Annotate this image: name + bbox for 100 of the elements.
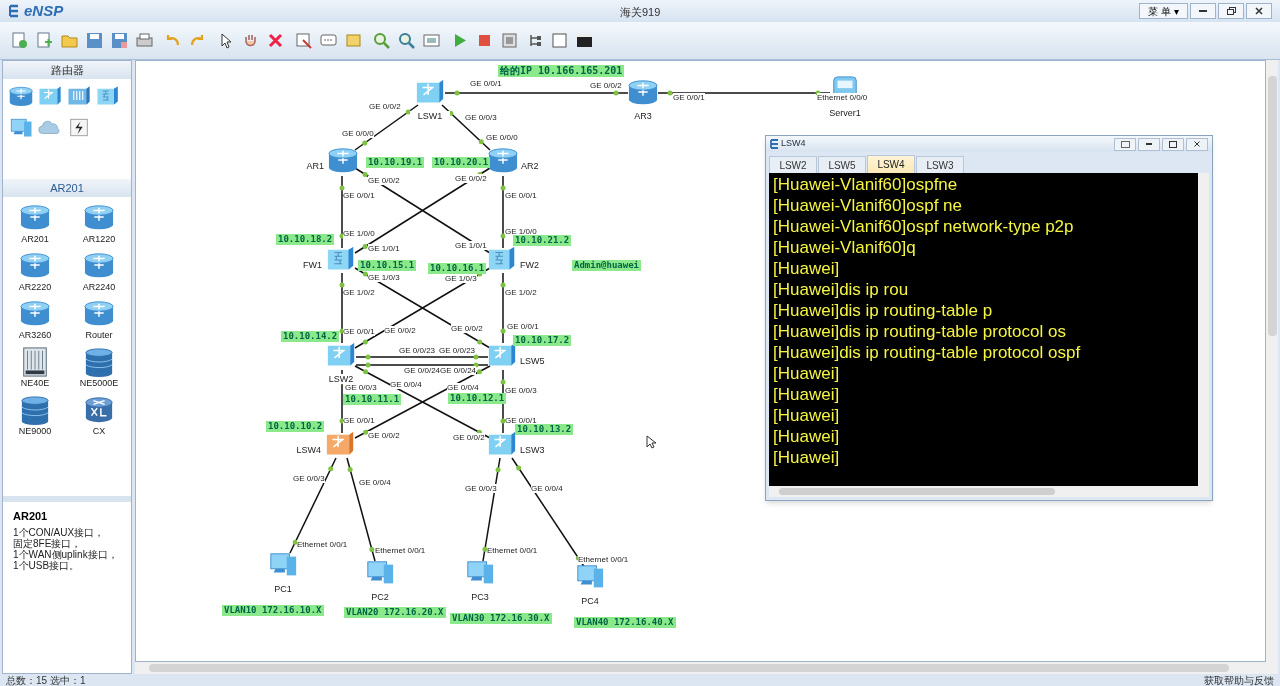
text-note: VLAN20 172.16.20.X	[344, 607, 446, 618]
info-text: 固定8FE接口，	[13, 537, 82, 549]
restore-icon	[1226, 7, 1236, 15]
close-button[interactable]	[1186, 137, 1208, 151]
text-note: 10.10.21.2	[513, 235, 572, 246]
console-line: [Huawei]dis ip routing-table protocol ospf	[773, 342, 1082, 363]
text-note: 给的IP 10.166.165.201	[498, 65, 625, 77]
model-label[interactable]: NE9000	[18, 425, 52, 437]
vertical-scrollbar[interactable]	[1198, 173, 1209, 486]
model-label[interactable]: AR1220	[82, 233, 116, 245]
terminal-icon[interactable]	[575, 31, 594, 50]
delete-icon[interactable]	[266, 31, 285, 50]
link-line	[354, 104, 419, 151]
stack-icon[interactable]	[82, 347, 116, 377]
console-tab[interactable]: LSW2	[769, 156, 817, 173]
port-label: Ethernet 0/0/1	[375, 546, 426, 555]
port-label: GE 0/0/3	[293, 474, 325, 483]
port-label: Ethernet 0/0/1	[578, 555, 629, 564]
close-icon	[1194, 141, 1200, 147]
close-button[interactable]	[1246, 3, 1272, 19]
help-link[interactable]: 获取帮助与反馈	[1204, 674, 1274, 686]
device-label: LSW4	[296, 445, 321, 455]
save-icon[interactable]	[85, 31, 104, 50]
device-label: AR1	[306, 161, 324, 171]
model-label[interactable]: Router	[85, 329, 113, 341]
port-label: GE 1/0/2	[343, 288, 375, 297]
console-line: [Huawei]	[773, 363, 841, 384]
pin-button[interactable]	[1114, 137, 1136, 151]
model-label[interactable]: NE40E	[20, 377, 50, 389]
menu-button[interactable]: 菜 单 ▾	[1139, 3, 1188, 19]
text-note: 10.10.19.1	[366, 157, 425, 168]
new-document-icon[interactable]	[10, 31, 29, 50]
port-label: GE 0/0/4	[531, 484, 563, 493]
port-label: GE 0/0/3	[345, 383, 377, 392]
port-label: GE 1/0/2	[505, 288, 537, 297]
link-line	[500, 272, 506, 344]
text-note: 10.10.15.1	[358, 260, 417, 271]
text-note: 10.10.16.1	[428, 263, 487, 274]
console-line: [Huawei-Vlanif60]ospf network-type p2p	[773, 216, 1075, 237]
device-label: AR2	[521, 161, 539, 171]
router-icon[interactable]	[9, 85, 33, 109]
minimize-button[interactable]	[1190, 3, 1216, 19]
port-label: GE 0/0/2	[590, 81, 622, 90]
port-label: GE 1/0/3	[368, 273, 400, 282]
console-tab[interactable]: LSW5	[818, 156, 866, 173]
console-line: [Huawei]	[773, 447, 841, 468]
model-label[interactable]: AR2240	[82, 281, 116, 293]
printer-icon[interactable]	[135, 31, 154, 50]
console-line: [Huawei]dis ip rou	[773, 279, 910, 300]
console-tab[interactable]: LSW3	[916, 156, 964, 173]
vertical-scrollbar[interactable]	[1266, 60, 1278, 662]
model-label[interactable]: CX	[92, 425, 106, 437]
device-label: FW2	[520, 260, 539, 270]
text-note: 10.10.18.2	[276, 234, 335, 245]
console-line: [Huawei]	[773, 384, 841, 405]
port-label: GE 0/0/2	[368, 431, 400, 440]
model-label[interactable]: AR3260	[18, 329, 52, 341]
console-line: [Huawei]	[773, 258, 841, 279]
new-document-icon[interactable]	[35, 31, 54, 50]
cursor-icon	[646, 435, 656, 449]
link-line	[339, 272, 345, 344]
text-note: 10.10.12.1	[448, 393, 507, 404]
device-label: LSW1	[410, 111, 450, 121]
zoom-out-icon[interactable]	[397, 31, 416, 50]
port-label: GE 0/0/3	[465, 484, 497, 493]
maximize-icon	[1169, 140, 1177, 148]
console-line: [Huawei]dis ip routing-table p	[773, 300, 994, 321]
port-label: GE 0/0/4	[447, 383, 479, 392]
text-note: 10.10.20.1	[432, 157, 491, 168]
port-label: GE 0/0/23	[439, 346, 476, 355]
text-note: 10.10.10.2	[266, 421, 325, 432]
port-label: GE 1/0/3	[445, 274, 477, 283]
port-label: GE 0/0/2	[451, 324, 483, 333]
maximize-button[interactable]	[1162, 137, 1184, 151]
port-label: GE 0/0/0	[486, 133, 518, 142]
rectangle-icon[interactable]	[344, 31, 363, 50]
zoom-in-icon[interactable]	[372, 31, 391, 50]
restore-button[interactable]	[1218, 3, 1244, 19]
horizontal-scrollbar[interactable]	[135, 662, 1278, 674]
save-icon[interactable]	[110, 31, 129, 50]
model-label[interactable]: AR2220	[18, 281, 52, 293]
info-text: 1个CON/AUX接口，	[13, 526, 106, 538]
port-label: GE 1/0/0	[343, 229, 375, 238]
model-label[interactable]: NE5000E	[79, 377, 119, 389]
port-label: GE 0/0/1	[673, 93, 705, 102]
info-title: AR201	[13, 509, 49, 524]
port-label: GE 0/0/4	[359, 478, 391, 487]
logo-icon	[770, 139, 779, 149]
window-icon[interactable]	[550, 31, 569, 50]
stack-icon[interactable]	[18, 395, 52, 425]
cx-icon[interactable]	[82, 395, 116, 425]
port-label: GE 0/0/24	[404, 366, 441, 375]
horizontal-scrollbar[interactable]	[769, 486, 1209, 497]
console-line: [Huawei]dis ip routing-table protocol os	[773, 321, 1067, 342]
minimize-button[interactable]	[1138, 137, 1160, 151]
model-header: AR201	[3, 179, 131, 197]
console-line: [Huawei]	[773, 405, 841, 426]
console-tab[interactable]: LSW4	[867, 155, 915, 173]
text-note: 10.10.17.2	[513, 335, 572, 346]
model-label[interactable]: AR201	[21, 233, 49, 245]
